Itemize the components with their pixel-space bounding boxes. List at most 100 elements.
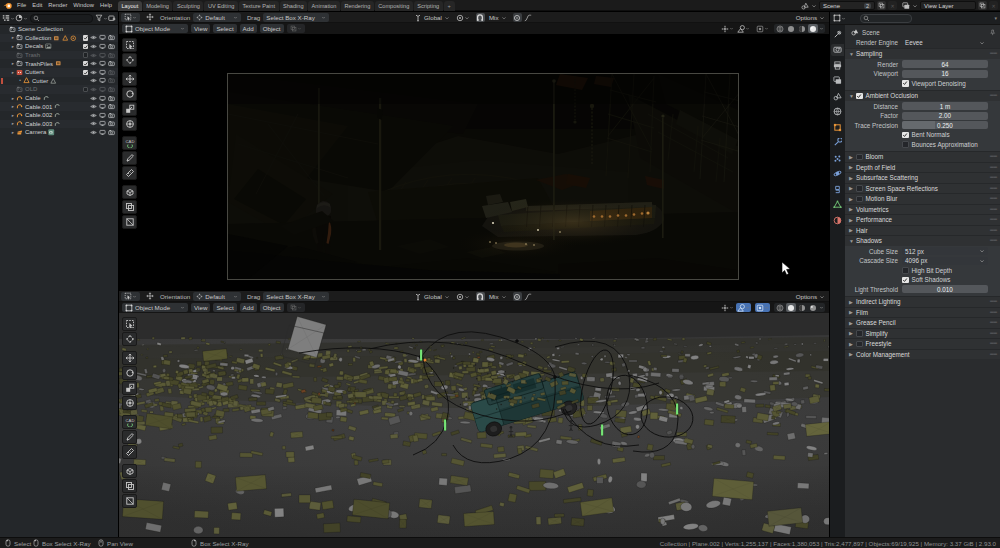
pivot-point-icon[interactable] (456, 293, 464, 301)
collection-visibility-dropdown[interactable] (287, 24, 305, 33)
tool-cursor[interactable] (122, 53, 137, 67)
panel-header-freestyle[interactable]: ▶Freestyle══ (845, 338, 1000, 349)
properties-tab-physics[interactable] (831, 168, 844, 180)
exclude-checkbox-checked[interactable] (83, 70, 89, 76)
panel-drag-handle[interactable]: ══ (990, 155, 997, 157)
properties-tab-world[interactable] (831, 106, 844, 118)
panel-checkbox[interactable] (856, 341, 863, 348)
tool-scale[interactable] (122, 381, 137, 395)
panel-header-color-management[interactable]: ▶Color Management══ (845, 349, 1000, 360)
panel-checkbox[interactable] (856, 185, 863, 192)
workspace-tab-scripting[interactable]: Scripting (414, 1, 443, 11)
panel-checkbox[interactable] (856, 154, 863, 161)
workspace-tab-uv-editing[interactable]: UV Editing (204, 1, 237, 11)
panel-drag-handle[interactable]: ══ (990, 94, 997, 96)
scene-chevron-icon[interactable] (811, 3, 817, 9)
workspace-tab-shading[interactable]: Shading (280, 1, 308, 11)
panel-checkbox[interactable] (856, 93, 863, 100)
panel-drag-handle[interactable]: ══ (990, 52, 997, 54)
outliner-row-decals[interactable]: ▸Decals (0, 42, 118, 51)
drag-dropdown[interactable]: Select Box X-Ray (263, 13, 329, 22)
prop-select-dropdown[interactable]: 4096 px (902, 257, 988, 265)
properties-tab-scene[interactable] (831, 90, 844, 102)
panel-header-sampling[interactable]: ▼Sampling══ (845, 48, 1000, 59)
properties-tab-output[interactable] (831, 59, 844, 71)
tool-cad[interactable]: CAD (122, 415, 137, 429)
shading-render-button[interactable] (808, 303, 818, 312)
panel-drag-handle[interactable]: ══ (990, 229, 997, 231)
outliner-row-cable-002[interactable]: ▸Cable.002 (0, 111, 118, 120)
disable-viewport-toggle[interactable] (99, 129, 106, 136)
disable-viewport-toggle[interactable] (99, 69, 106, 76)
disable-render-toggle[interactable] (108, 120, 115, 127)
panel-drag-handle[interactable]: ══ (990, 218, 997, 220)
view-layer-remove-button[interactable]: ✕ (989, 1, 998, 10)
prop-value-field[interactable]: 1 m (902, 102, 988, 110)
disable-render-toggle[interactable] (108, 69, 115, 76)
panel-header-grease-pencil[interactable]: ▶Grease Pencil══ (845, 317, 1000, 328)
add-workspace-button[interactable]: + (444, 1, 455, 11)
properties-editor-icon[interactable] (833, 14, 846, 22)
tool-select-box[interactable] (122, 317, 137, 331)
blender-logo[interactable] (3, 1, 13, 10)
disable-render-toggle[interactable] (108, 103, 115, 110)
menu-render[interactable]: Render (45, 0, 70, 11)
transform-orientation-chevron[interactable] (444, 15, 450, 21)
outliner-row-old[interactable]: OLD (0, 85, 118, 94)
workspace-tab-texture-paint[interactable]: Texture Paint (239, 1, 279, 11)
panel-drag-handle[interactable]: ══ (990, 332, 997, 334)
panel-header-screen-space-reflections[interactable]: ▶Screen Space Reflections══ (845, 183, 1000, 194)
panel-header-simplify[interactable]: ▶Simplify══ (845, 328, 1000, 339)
panel-drag-handle[interactable]: ══ (990, 239, 997, 241)
disable-render-toggle[interactable] (108, 52, 115, 59)
menu-edit[interactable]: Edit (29, 0, 45, 11)
exclude-checkbox-checked[interactable] (83, 35, 89, 41)
menu-window[interactable]: Window (70, 0, 97, 11)
workspace-tab-animation[interactable]: Animation (308, 1, 340, 11)
tool-annotate[interactable] (122, 430, 137, 444)
disable-viewport-toggle[interactable] (99, 34, 106, 41)
options-chevron[interactable] (819, 15, 825, 21)
prop-checkbox-unchecked[interactable] (902, 141, 909, 148)
options-dropdown[interactable]: Options (796, 291, 825, 302)
snap-toggle[interactable] (476, 292, 485, 301)
outliner-row-collection[interactable]: ▸Collection (0, 34, 118, 43)
snap-chevron[interactable] (501, 15, 507, 21)
tool-add-cube[interactable] (122, 185, 137, 199)
hide-eye-toggle[interactable] (90, 95, 97, 102)
panel-header-depth-of-field[interactable]: ▶Depth of Field══ (845, 162, 1000, 173)
view-layer-chevron-icon[interactable] (912, 3, 918, 9)
hide-eye-toggle[interactable] (90, 112, 97, 119)
workspace-tab-layout[interactable]: Layout (118, 1, 142, 11)
panel-checkbox[interactable] (856, 330, 863, 337)
outliner-row-trashpiles[interactable]: ▸TrashPiles (0, 59, 118, 68)
show-gizmo-toggle[interactable] (720, 24, 735, 33)
panel-header-volumetrics[interactable]: ▶Volumetrics══ (845, 204, 1000, 215)
disable-viewport-toggle[interactable] (99, 95, 106, 102)
disable-render-toggle[interactable] (108, 34, 115, 41)
snap-chevron[interactable] (501, 294, 507, 300)
prop-checkbox-checked[interactable] (902, 277, 909, 284)
workspace-tab-rendering[interactable]: Rendering (341, 1, 374, 11)
pivot-chevron[interactable] (464, 294, 470, 300)
outliner-row-scene-collection[interactable]: Scene Collection (0, 25, 118, 34)
shading-wire-button[interactable] (775, 303, 785, 312)
hide-eye-toggle[interactable] (90, 69, 97, 76)
show-gizmo-toggle[interactable] (720, 303, 735, 312)
disable-viewport-toggle[interactable] (99, 43, 106, 50)
properties-tab-tool[interactable] (831, 28, 844, 40)
viewport-menu-add[interactable]: Add (240, 24, 257, 33)
exclude-checkbox-checked[interactable] (83, 61, 89, 67)
viewport-menu-add[interactable]: Add (240, 303, 257, 312)
scene-name-field[interactable]: Scene2 (819, 1, 875, 10)
panel-header-subsurface-scattering[interactable]: ▶Subsurface Scattering══ (845, 172, 1000, 183)
properties-tab-constraints[interactable] (831, 183, 844, 195)
panel-drag-handle[interactable]: ══ (990, 311, 997, 313)
tool-move[interactable] (122, 72, 137, 86)
panel-header-film[interactable]: ▶Film══ (845, 307, 1000, 318)
prop-value-field[interactable]: 2.00 (902, 112, 988, 120)
pin-icon[interactable] (989, 29, 996, 36)
outliner-row-cable-003[interactable]: ▸Cable.003 (0, 120, 118, 129)
outliner-search-input[interactable] (30, 14, 93, 23)
render-engine-dropdown[interactable]: Eevee (902, 39, 988, 47)
